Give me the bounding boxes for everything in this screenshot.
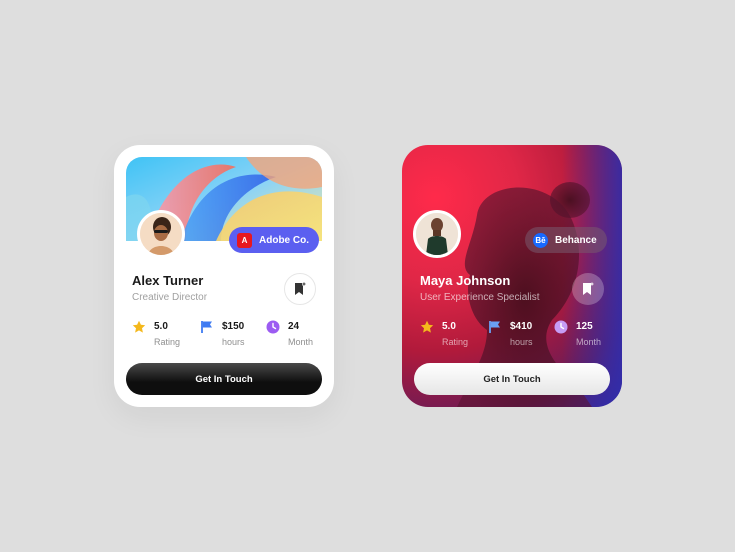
company-badge[interactable]: Bē Behance bbox=[525, 227, 607, 253]
company-badge[interactable]: A Adobe Co. bbox=[229, 227, 319, 253]
company-name: Adobe Co. bbox=[259, 234, 309, 246]
stat-value: 5.0 bbox=[442, 321, 456, 332]
get-in-touch-button[interactable]: Get In Touch bbox=[414, 363, 610, 395]
stat-label: Rating bbox=[442, 337, 469, 347]
adobe-icon: A bbox=[237, 232, 252, 248]
behance-icon: Bē bbox=[533, 232, 548, 248]
flag-icon bbox=[489, 321, 500, 333]
stat-value: 125 bbox=[576, 321, 593, 332]
stats-row: 5.0 Rating $150 hours 24 Month bbox=[132, 319, 322, 353]
stat-label: Rating bbox=[154, 337, 181, 347]
profile-role: Creative Director bbox=[132, 292, 208, 303]
profile-card-alex-turner: A Adobe Co. Alex Turner Creative Directo… bbox=[114, 145, 334, 407]
stat-label: Month bbox=[288, 337, 314, 347]
profile-card-maya-johnson: Bē Behance Maya Johnson User Experience … bbox=[402, 145, 622, 407]
stat-label: hours bbox=[510, 337, 533, 347]
profile-name: Alex Turner bbox=[132, 273, 204, 288]
bookmark-button[interactable] bbox=[284, 273, 316, 305]
star-icon bbox=[420, 320, 434, 333]
bookmark-button[interactable] bbox=[572, 273, 604, 305]
avatar[interactable] bbox=[137, 210, 185, 258]
bookmark-icon bbox=[583, 282, 594, 295]
stat-value: $150 bbox=[222, 321, 245, 332]
stat-label: Month bbox=[576, 337, 602, 347]
stat-value: 5.0 bbox=[154, 321, 168, 332]
bookmark-icon bbox=[295, 282, 306, 295]
stat-label: hours bbox=[222, 337, 245, 347]
star-icon bbox=[132, 320, 146, 333]
company-name: Behance bbox=[555, 234, 597, 246]
stats-row: 5.0 Rating $410 hours 125 Month bbox=[420, 319, 610, 353]
get-in-touch-button[interactable]: Get In Touch bbox=[126, 363, 322, 395]
clock-icon bbox=[554, 320, 568, 334]
profile-name: Maya Johnson bbox=[420, 273, 511, 288]
stat-value: 24 bbox=[288, 321, 300, 332]
avatar[interactable] bbox=[413, 210, 461, 258]
stat-value: $410 bbox=[510, 321, 533, 332]
flag-icon bbox=[201, 321, 212, 333]
profile-role: User Experience Specialist bbox=[420, 292, 540, 303]
clock-icon bbox=[266, 320, 280, 334]
